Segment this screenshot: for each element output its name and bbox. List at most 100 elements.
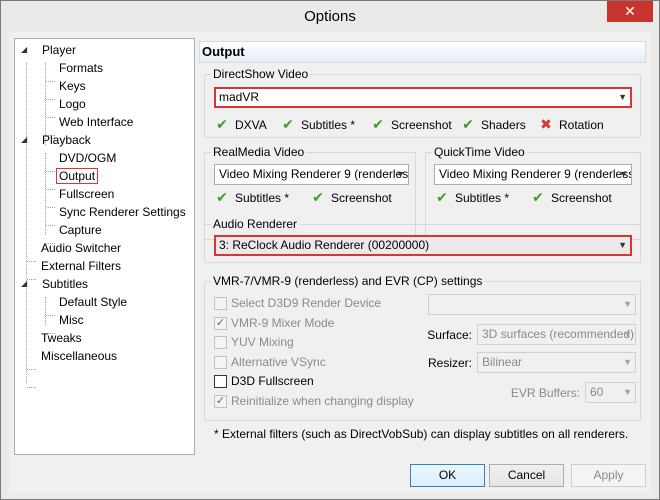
- tree-line: [46, 81, 55, 82]
- expand-arrow-icon[interactable]: ◢: [21, 41, 27, 59]
- cap-label: DXVA: [235, 118, 267, 132]
- tree-item-external-filters[interactable]: External Filters: [41, 257, 121, 275]
- tree-item-subtitles[interactable]: ◢ Subtitles: [21, 275, 88, 293]
- evr-buffers-select[interactable]: 60 ▼: [585, 382, 636, 403]
- cap-shaders: ✔ Shaders: [460, 116, 526, 132]
- checkmark-icon: ✓: [214, 395, 227, 409]
- cap-label: Screenshot: [551, 191, 612, 205]
- alternative-vsync-checkbox[interactable]: Alternative VSync: [214, 355, 326, 371]
- cap-screenshot: ✔ Screenshot: [370, 116, 452, 132]
- checkbox-box: [214, 356, 227, 370]
- group-title: Audio Renderer: [211, 217, 300, 231]
- d3d9-device-select[interactable]: ▼: [428, 294, 636, 315]
- tree-item-web-interface[interactable]: Web Interface: [59, 113, 133, 131]
- tree-item-label: Audio Switcher: [41, 241, 122, 255]
- cross-fail-icon: ✖: [540, 116, 552, 132]
- select-value: Video Mixing Renderer 9 (renderless): [219, 167, 409, 181]
- tree-item-label: Misc: [59, 313, 84, 327]
- tree-item-playback[interactable]: ◢ Playback: [21, 131, 91, 149]
- tree-item-player[interactable]: ◢ Player: [21, 41, 76, 59]
- cap-label: Rotation: [559, 118, 604, 132]
- cap-label: Screenshot: [391, 118, 452, 132]
- tree-line: [46, 171, 55, 172]
- vmr-settings-group: VMR-7/VMR-9 (renderless) and EVR (CP) se…: [204, 274, 641, 421]
- chevron-down-icon: ▼: [623, 329, 632, 339]
- cap-label: Screenshot: [331, 191, 392, 205]
- surface-select[interactable]: 3D surfaces (recommended) ▼: [477, 324, 636, 345]
- renderer-footnote: * External filters (such as DirectVobSub…: [214, 427, 629, 441]
- tree-item-dvd-ogm[interactable]: DVD/OGM: [59, 149, 116, 167]
- tree-item-misc[interactable]: Misc: [59, 311, 84, 329]
- tree-item-miscellaneous[interactable]: Miscellaneous: [41, 347, 117, 365]
- group-title: VMR-7/VMR-9 (renderless) and EVR (CP) se…: [211, 274, 485, 288]
- cap-screenshot: ✔ Screenshot: [530, 189, 612, 205]
- apply-button[interactable]: Apply: [571, 464, 646, 487]
- tree-item-logo[interactable]: Logo: [59, 95, 86, 113]
- chevron-down-icon: ▼: [396, 169, 405, 179]
- tree-item-label: Formats: [59, 61, 104, 75]
- cap-dxva: ✔ DXVA: [214, 116, 267, 132]
- check-ok-icon: ✔: [462, 116, 474, 132]
- chevron-down-icon: ▼: [619, 169, 628, 179]
- yuv-mixing-checkbox[interactable]: YUV Mixing: [214, 335, 294, 351]
- reinitialize-checkbox[interactable]: ✓ Reinitialize when changing display: [214, 394, 414, 410]
- tree-line: [46, 117, 55, 118]
- expand-arrow-icon[interactable]: ◢: [21, 131, 27, 149]
- tree-line: [27, 387, 36, 388]
- page-title: Output: [199, 41, 646, 63]
- audio-renderer-select[interactable]: 3: ReClock Audio Renderer (00200000) ▼: [214, 235, 632, 256]
- tree-line: [46, 189, 55, 190]
- tree-item-keys[interactable]: Keys: [59, 77, 86, 95]
- audio-renderer-group: Audio Renderer 3: ReClock Audio Renderer…: [204, 217, 641, 263]
- tree-item-output[interactable]: Output: [56, 167, 99, 185]
- directshow-group: DirectShow Video madVR ▼ ✔ DXVA ✔ Subtitle…: [204, 67, 641, 138]
- options-tree[interactable]: ◢ Player Formats Keys Logo Web Interface…: [14, 38, 195, 455]
- expand-arrow-icon[interactable]: ◢: [21, 275, 27, 293]
- tree-item-label: Output: [56, 168, 99, 184]
- checkbox-box: [214, 297, 227, 311]
- tree-item-default-style[interactable]: Default Style: [59, 293, 127, 311]
- checkbox-label: Alternative VSync: [231, 355, 326, 369]
- checkbox-box: [214, 336, 227, 350]
- ok-button[interactable]: OK: [410, 464, 485, 487]
- close-button[interactable]: ✕: [607, 1, 653, 22]
- select-value: Bilinear: [482, 355, 523, 369]
- tree-line: [46, 99, 55, 100]
- directshow-renderer-select[interactable]: madVR ▼: [214, 87, 632, 108]
- tree-item-label: Default Style: [59, 295, 128, 309]
- cap-label: Subtitles *: [235, 191, 290, 205]
- cap-screenshot: ✔ Screenshot: [310, 189, 392, 205]
- tree-item-label: Playback: [42, 133, 91, 147]
- check-ok-icon: ✔: [436, 189, 448, 205]
- group-title: QuickTime Video: [432, 145, 527, 159]
- tree-item-formats[interactable]: Formats: [59, 59, 103, 77]
- title-bar: Options ✕: [1, 1, 659, 32]
- select-value: Video Mixing Renderer 9 (renderless): [439, 167, 632, 181]
- resizer-label: Resizer:: [427, 356, 472, 370]
- tree-item-audio-switcher[interactable]: Audio Switcher: [41, 239, 121, 257]
- surface-label: Surface:: [427, 328, 472, 342]
- tree-item-label: Logo: [59, 97, 86, 111]
- tree-item-label: Keys: [59, 79, 86, 93]
- resizer-select[interactable]: Bilinear ▼: [477, 352, 636, 373]
- tree-item-tweaks[interactable]: Tweaks: [41, 329, 82, 347]
- tree-item-label: External Filters: [41, 259, 122, 273]
- cancel-button[interactable]: Cancel: [489, 464, 564, 487]
- tree-item-label: DVD/OGM: [59, 151, 117, 165]
- tree-item-sync-renderer[interactable]: Sync Renderer Settings: [59, 203, 186, 221]
- tree-item-capture[interactable]: Capture: [59, 221, 102, 239]
- cap-subtitles: ✔ Subtitles *: [280, 116, 355, 132]
- select-d3d9-device-checkbox[interactable]: Select D3D9 Render Device: [214, 296, 381, 312]
- group-title: DirectShow Video: [211, 67, 311, 81]
- d3d-fullscreen-checkbox[interactable]: D3D Fullscreen: [214, 374, 314, 390]
- realmedia-renderer-select[interactable]: Video Mixing Renderer 9 (renderless) ▼: [214, 164, 409, 185]
- quicktime-renderer-select[interactable]: Video Mixing Renderer 9 (renderless) ▼: [434, 164, 632, 185]
- checkbox-label: YUV Mixing: [231, 335, 294, 349]
- tree-item-fullscreen[interactable]: Fullscreen: [59, 185, 114, 203]
- check-ok-icon: ✔: [216, 116, 228, 132]
- tree-line: [46, 225, 55, 226]
- vmr9-mixer-checkbox[interactable]: ✓ VMR-9 Mixer Mode: [214, 316, 334, 332]
- check-ok-icon: ✔: [532, 189, 544, 205]
- select-value: 3D surfaces (recommended): [482, 327, 635, 341]
- tree-item-label: Player: [42, 43, 77, 57]
